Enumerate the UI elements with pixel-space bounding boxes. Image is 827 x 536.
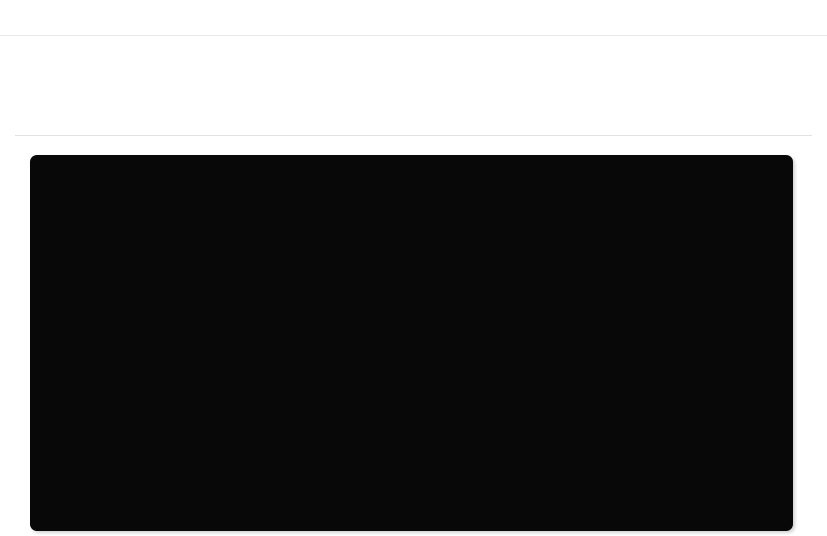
code-sample-php[interactable] [30,155,793,179]
code-sample-card [30,155,793,531]
tabs-bottom-divider [15,135,812,136]
title-divider [0,35,827,36]
request-example-panel [0,0,827,536]
